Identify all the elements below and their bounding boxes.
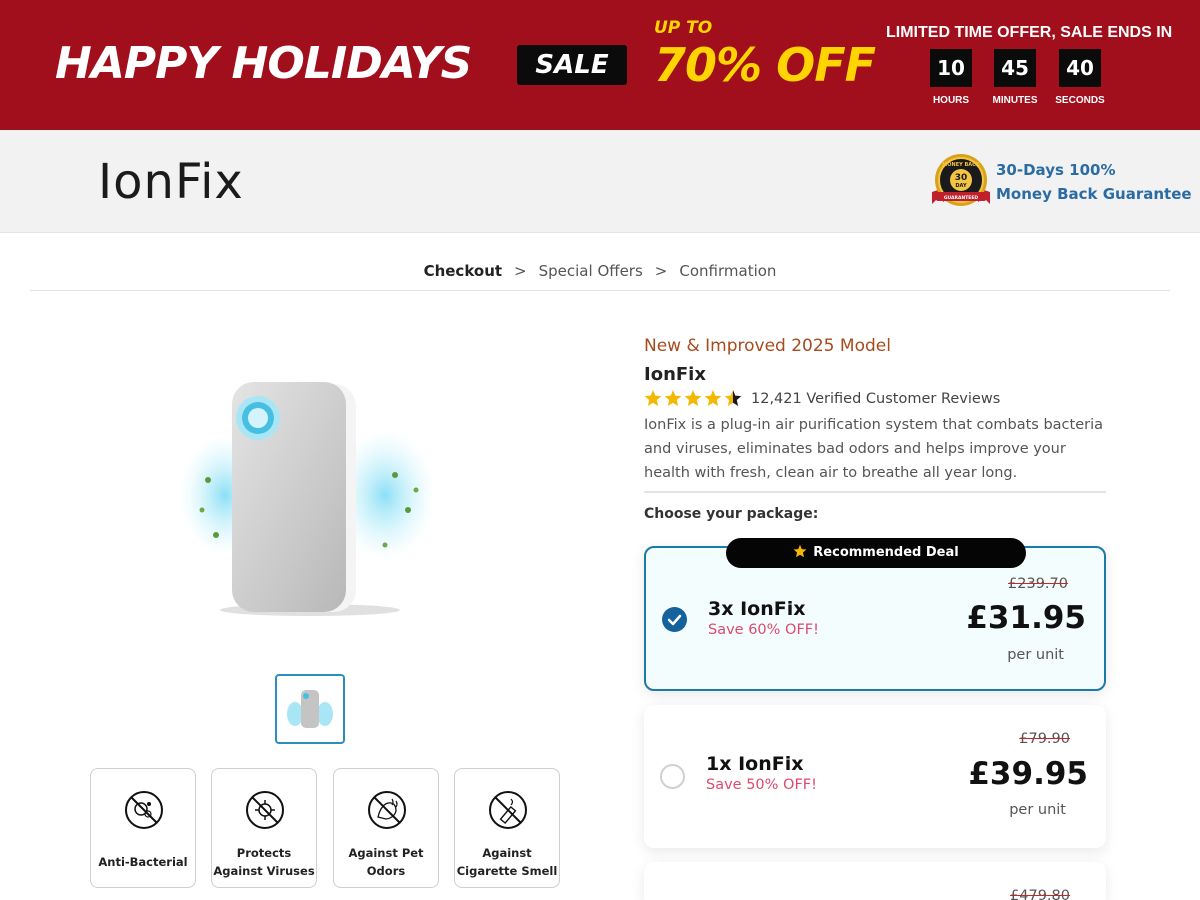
star-icon	[644, 390, 662, 406]
virus-icon	[246, 791, 284, 829]
package-option-6x[interactable]: £479.80	[644, 862, 1106, 900]
star-icon	[793, 544, 807, 558]
guarantee-text: 30-Days 100% Money Back Guarantee	[996, 158, 1192, 206]
guarantee-line-1: 30-Days 100%	[996, 161, 1116, 179]
svg-text:GUARANTEED: GUARANTEED	[944, 195, 979, 201]
package-price: £31.95	[966, 600, 1086, 636]
timer-seconds: 40	[1059, 49, 1101, 87]
limited-offer-text: LIMITED TIME OFFER, SALE ENDS IN	[886, 24, 1173, 41]
feature-pet-odors: Against Pet Odors	[333, 768, 439, 888]
package-savings: Save 60% OFF!	[708, 622, 819, 638]
feature-label-line-1: Protects	[236, 846, 292, 860]
feature-label-line-1: Against Pet	[348, 846, 424, 860]
breadcrumb-checkout[interactable]: Checkout	[424, 262, 502, 280]
choose-package-heading: Choose your package:	[644, 506, 819, 522]
breadcrumb-divider	[30, 290, 1170, 291]
package-unit-label: per unit	[1009, 802, 1066, 818]
banner-headline: HAPPY HOLIDAYS	[55, 38, 472, 89]
review-count[interactable]: 12,421 Verified Customer Reviews	[751, 391, 1000, 407]
pet-odor-icon	[368, 791, 406, 829]
package-old-price: £239.70	[1008, 576, 1068, 592]
package-option-1x[interactable]: 1x IonFix Save 50% OFF! £79.90 £39.95 pe…	[644, 705, 1106, 848]
svg-text:MONEY BACK: MONEY BACK	[942, 162, 981, 168]
recommended-ribbon: Recommended Deal	[726, 538, 1026, 568]
star-icon	[664, 390, 682, 406]
package-title: 3x IonFix	[708, 598, 806, 620]
breadcrumb-confirmation[interactable]: Confirmation	[679, 262, 776, 280]
air-purifier-thumb-icon	[287, 690, 333, 728]
anti-bacterial-icon	[125, 791, 163, 829]
package-price: £39.95	[968, 756, 1088, 792]
discount-text: 70% OFF	[654, 38, 876, 92]
rating-stars	[644, 390, 742, 406]
feature-label-line-2: Against Viruses	[213, 864, 315, 878]
guarantee-line-2: Money Back Guarantee	[996, 185, 1192, 203]
sale-tag: SALE	[517, 45, 627, 85]
breadcrumb-separator: >	[654, 262, 668, 280]
promo-banner: HAPPY HOLIDAYS SALE UP TO 70% OFF LIMITE…	[0, 0, 1200, 130]
feature-viruses: Protects Against Viruses	[211, 768, 317, 888]
feature-label-line-2: Cigarette Smell	[456, 864, 558, 878]
money-back-badge-icon: MONEY BACK 30 DAY GUARANTEED	[932, 154, 990, 206]
feature-label: Anti-Bacterial	[98, 855, 188, 869]
package-title: 1x IonFix	[706, 753, 804, 775]
site-header: IonFix MONEY BACK 30 DAY GUARANTEED 30-D…	[0, 130, 1200, 233]
breadcrumb: Checkout > Special Offers > Confirmation	[0, 262, 1200, 280]
package-radio-selected[interactable]	[662, 607, 687, 632]
recommended-label: Recommended Deal	[813, 545, 959, 560]
divider	[644, 491, 1106, 493]
cigarette-icon	[489, 791, 527, 829]
feature-cigarette-smell: Against Cigarette Smell	[454, 768, 560, 888]
feature-label-line-1: Against	[482, 846, 532, 860]
star-icon	[704, 390, 722, 406]
feature-label-line-2: Odors	[366, 864, 406, 878]
package-old-price: £479.80	[1010, 888, 1070, 900]
check-icon	[667, 614, 682, 626]
timer-hours-label: HOURS	[932, 95, 970, 106]
star-icon	[684, 390, 702, 406]
model-tag: New & Improved 2025 Model	[644, 336, 891, 356]
package-savings: Save 50% OFF!	[706, 777, 817, 793]
air-purifier-image	[180, 382, 435, 616]
package-radio[interactable]	[660, 764, 685, 789]
package-unit-label: per unit	[1007, 647, 1064, 663]
discount-prefix: UP TO	[654, 18, 713, 38]
svg-text:30: 30	[955, 173, 968, 183]
half-star-icon	[724, 390, 742, 406]
breadcrumb-separator: >	[514, 262, 527, 280]
feature-anti-bacterial: Anti-Bacterial	[90, 768, 196, 888]
product-thumbnail[interactable]	[275, 674, 345, 744]
product-name: IonFix	[644, 364, 706, 385]
svg-text:DAY: DAY	[955, 183, 967, 189]
package-old-price: £79.90	[1019, 731, 1070, 747]
timer-hours: 10	[930, 49, 972, 87]
timer-minutes-label: MINUTES	[992, 95, 1038, 106]
breadcrumb-special-offers[interactable]: Special Offers	[539, 262, 643, 280]
timer-seconds-label: SECONDS	[1055, 95, 1105, 106]
product-description: IonFix is a plug-in air purification sys…	[644, 417, 1103, 481]
package-option-3x[interactable]: Recommended Deal 3x IonFix Save 60% OFF!…	[644, 538, 1106, 691]
timer-minutes: 45	[994, 49, 1036, 87]
logo[interactable]: IonFix	[98, 154, 244, 210]
